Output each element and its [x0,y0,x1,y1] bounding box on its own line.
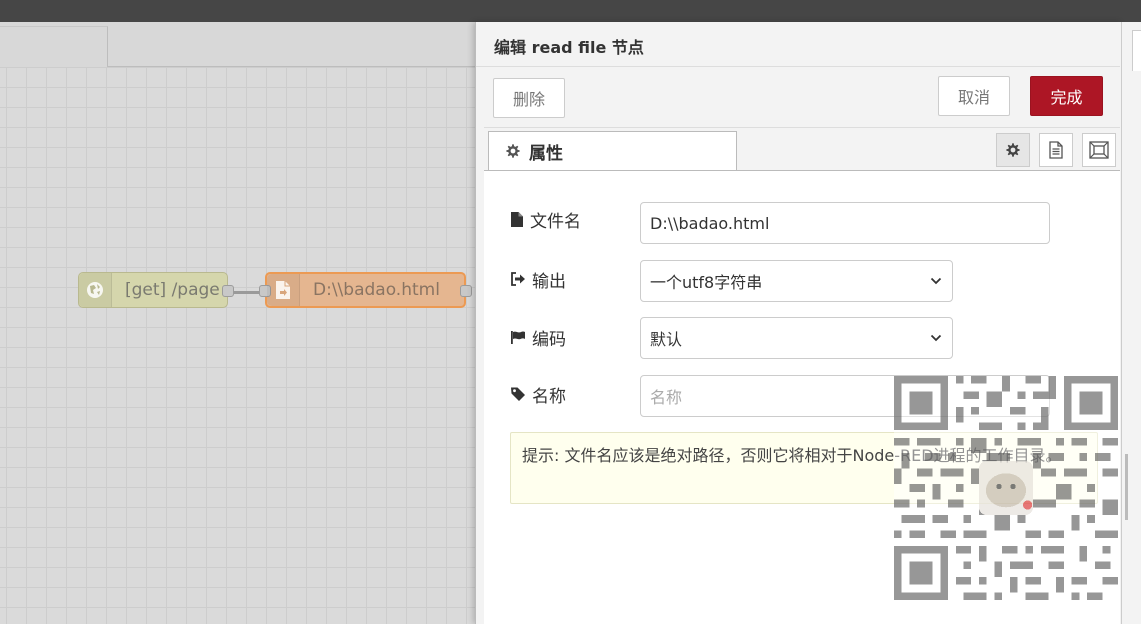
encoding-label-text: 编码 [532,329,566,350]
sidebar-resize-handle[interactable] [1125,454,1128,520]
delete-button[interactable]: 删除 [493,78,565,118]
sidebar-edge [1121,22,1141,624]
sidebar-tab-edge[interactable] [1132,30,1141,71]
filename-input[interactable]: D:\\badao.html [640,202,1050,244]
output-select[interactable]: 一个utf8字符串 [640,260,953,302]
node-label: D:\\badao.html [313,280,440,300]
output-label-text: 输出 [532,271,566,292]
tag-icon [511,387,525,401]
done-button[interactable]: 完成 [1030,76,1103,116]
editor-title: 编辑 read file 节点 [494,38,644,57]
encoding-label: 编码 [510,325,566,350]
sign-out-icon [511,272,525,286]
output-port[interactable] [460,285,472,297]
name-placeholder: 名称 [650,388,683,407]
gear-icon [1006,143,1020,157]
qr-code-watermark [894,376,1118,600]
workspace-tab-bar [0,22,475,67]
tab-description[interactable] [1039,133,1073,167]
top-bar [0,0,1141,22]
file-icon [511,211,523,227]
output-label: 输出 [510,267,566,292]
tab-properties[interactable]: 属性 [488,131,737,170]
chevron-down-icon [930,277,942,285]
cancel-button[interactable]: 取消 [938,76,1010,116]
read-file-node[interactable]: D:\\badao.html [259,272,472,308]
tab-appearance[interactable] [1082,133,1116,167]
encoding-selected-value: 默认 [650,330,683,349]
editor-tab-bar: 属性 [484,128,1120,171]
tab-settings[interactable] [996,133,1030,167]
filename-label-text: 文件名 [530,211,581,232]
name-label: 名称 [510,382,566,407]
filename-label: 文件名 [510,207,581,232]
description-icon [1049,141,1063,159]
editor-toolbar: 删除 取消 完成 [484,67,1120,128]
flow-workspace[interactable]: [get] /page D:\\badao.html [0,22,475,624]
output-selected-value: 一个utf8字符串 [650,273,763,292]
gear-icon [506,144,520,158]
globe-icon [79,273,112,307]
tab-properties-label: 属性 [529,143,563,164]
workspace-tab[interactable] [0,26,108,67]
output-port[interactable] [222,285,234,297]
appearance-icon [1089,141,1109,159]
editor-header: 编辑 read file 节点 [476,22,1120,67]
node-label: [get] /page [125,280,220,300]
http-in-node[interactable]: [get] /page [78,272,234,308]
flag-icon [511,330,525,344]
file-in-icon [267,274,300,306]
node-wire[interactable] [233,291,260,294]
flow-canvas[interactable] [0,67,475,624]
filename-value: D:\\badao.html [650,213,770,233]
name-label-text: 名称 [532,386,566,407]
chevron-down-icon [930,334,942,342]
encoding-select[interactable]: 默认 [640,317,953,359]
